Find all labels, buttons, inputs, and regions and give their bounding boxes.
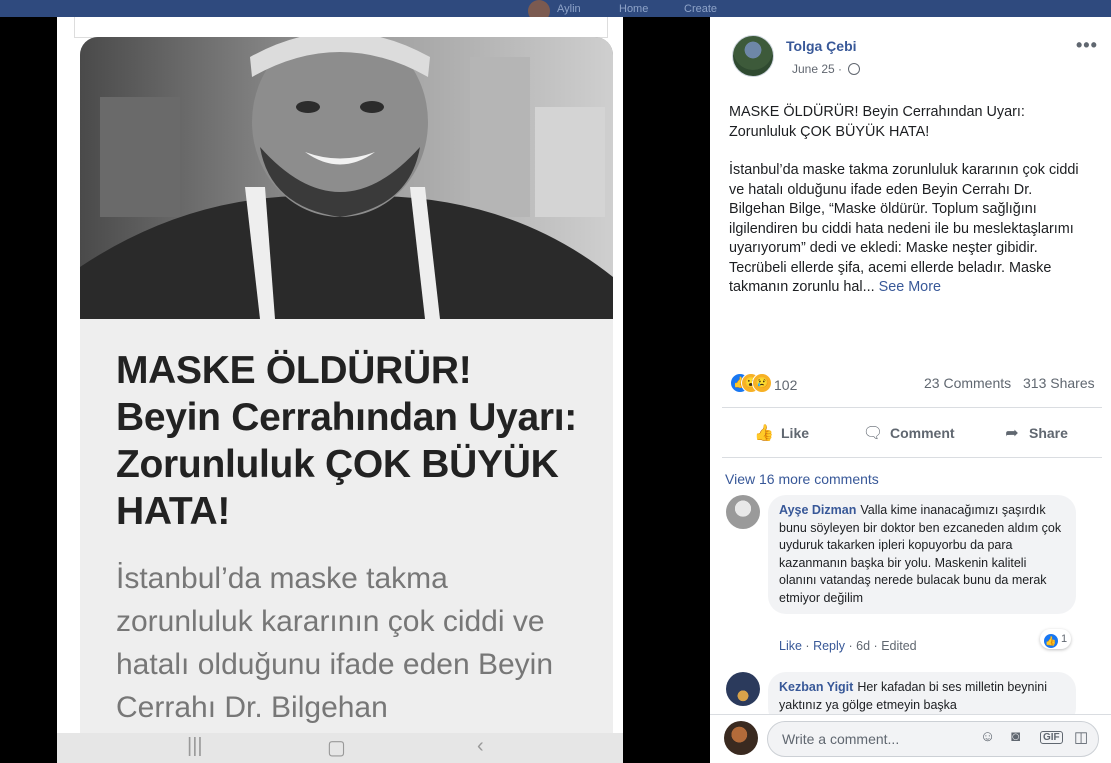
share-icon: ➦ — [1005, 425, 1019, 442]
post-paragraph: MASKE ÖLDÜRÜR! Beyin Cerrahından Uyarı: … — [729, 104, 1025, 140]
comment-text: Valla kime inanacağımızı şaşırdık bunu s… — [779, 503, 1062, 605]
article-body: İstanbul’da maske takma zorunluluk karar… — [116, 562, 554, 724]
comment-reaction-badge[interactable]: 👍 1 — [1040, 629, 1072, 649]
sticker-icon[interactable]: ◫ — [1074, 728, 1088, 746]
comment-button[interactable]: 🗨 Comment — [862, 423, 955, 443]
phone-search-strip — [74, 17, 608, 38]
write-comment-bar: Write a comment... ☺ ◙ GIF ◫ — [710, 714, 1111, 763]
comment-edited[interactable]: Edited — [881, 639, 916, 653]
post-image[interactable]: MASKE ÖLDÜRÜR! Beyin Cerrahından Uyarı: … — [57, 17, 623, 763]
recent-apps-icon: ||| — [187, 735, 203, 757]
surgeon-photo-illustration — [80, 37, 613, 319]
divider — [722, 457, 1102, 458]
comment-reply-link[interactable]: Reply — [813, 639, 845, 653]
emoji-icon[interactable]: ☺ — [980, 728, 995, 745]
post-date[interactable]: June 25 — [792, 62, 835, 76]
profile-name-link[interactable]: Aylin — [557, 3, 581, 15]
post-paragraph-2-text: İstanbul’da maske takma zorunluluk karar… — [729, 162, 1079, 295]
comment-author[interactable]: Kezban Yigit — [779, 680, 853, 694]
gif-icon[interactable]: GIF — [1040, 731, 1063, 744]
comment-reaction-count: 1 — [1061, 633, 1068, 645]
comment-avatar[interactable] — [726, 495, 760, 529]
comment-input[interactable]: Write a comment... ☺ ◙ GIF ◫ — [767, 721, 1099, 757]
sad-icon: 😢 — [752, 373, 772, 393]
author-name[interactable]: Tolga Çebi — [786, 38, 857, 54]
more-options-icon[interactable]: ••• — [1076, 35, 1098, 56]
post-meta: June 25 · — [792, 62, 861, 76]
view-more-comments-link[interactable]: View 16 more comments — [725, 471, 879, 487]
share-button[interactable]: ➦ Share — [1001, 423, 1068, 443]
share-count[interactable]: 313 Shares — [1023, 375, 1095, 391]
comment-bubble: Ayşe Dizman Valla kime inanacağımızı şaşı… — [768, 495, 1076, 614]
comment-placeholder: Write a comment... — [782, 731, 900, 747]
profile-avatar[interactable] — [528, 0, 550, 17]
globe-icon — [848, 63, 861, 75]
like-label: Like — [781, 425, 810, 441]
create-link[interactable]: Create — [684, 3, 717, 15]
article-card: MASKE ÖLDÜRÜR! Beyin Cerrahından Uyarı: … — [80, 37, 613, 763]
article-headline: MASKE ÖLDÜRÜR! Beyin Cerrahından Uyarı: … — [116, 349, 577, 533]
phone-nav-bar: ||| ▢ ‹ — [57, 733, 623, 763]
comment-label: Comment — [890, 425, 955, 441]
like-icon: 👍 — [1044, 634, 1058, 648]
post-side-panel: Tolga Çebi June 25 · ••• MASKE ÖLDÜRÜR! … — [710, 17, 1111, 763]
thumbs-up-icon: 👍 — [754, 425, 774, 442]
share-label: Share — [1029, 425, 1068, 441]
post-text: MASKE ÖLDÜRÜR! Beyin Cerrahından Uyarı: … — [729, 103, 1084, 298]
comment-count[interactable]: 23 Comments — [924, 375, 1011, 391]
like-button[interactable]: 👍 Like — [753, 423, 809, 443]
divider — [722, 407, 1102, 408]
comment-icon: 🗨 — [862, 425, 884, 442]
facebook-top-bar: Aylin Home Create — [0, 0, 1111, 17]
surgeon-photo — [80, 37, 613, 319]
home-button-icon: ▢ — [327, 737, 346, 759]
home-link[interactable]: Home — [619, 3, 648, 15]
post-paragraph-2: İstanbul’da maske takma zorunluluk karar… — [729, 162, 1079, 295]
reaction-count[interactable]: 102 — [774, 377, 797, 393]
comment-avatar[interactable] — [726, 672, 760, 706]
camera-icon[interactable]: ◙ — [1011, 728, 1020, 745]
current-user-avatar — [724, 721, 758, 755]
author-avatar[interactable] — [732, 35, 774, 77]
comment-actions: Like · Reply · 6d · Edited — [779, 639, 917, 653]
see-more-link[interactable]: See More — [879, 279, 941, 295]
back-icon: ‹ — [477, 735, 484, 757]
comment-author[interactable]: Ayşe Dizman — [779, 503, 856, 517]
comment-like-link[interactable]: Like — [779, 639, 802, 653]
comment-time[interactable]: 6d — [856, 639, 870, 653]
